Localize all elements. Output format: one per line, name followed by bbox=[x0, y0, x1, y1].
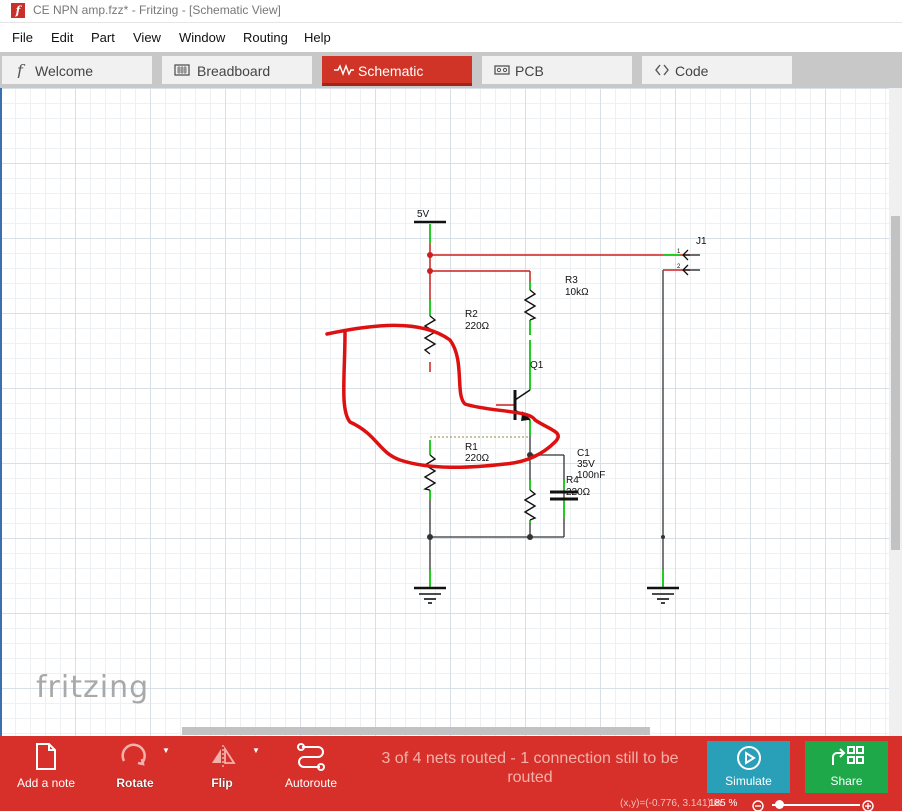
zoom-slider[interactable] bbox=[772, 804, 860, 806]
menu-routing[interactable]: Routing bbox=[243, 30, 288, 45]
rotate-label: Rotate bbox=[116, 776, 154, 790]
zoom-out-icon[interactable] bbox=[752, 800, 766, 812]
menu-window[interactable]: Window bbox=[179, 30, 225, 45]
flip-dropdown-icon[interactable]: ▼ bbox=[252, 746, 260, 755]
tab-pcb-label: PCB bbox=[515, 63, 544, 79]
share-button[interactable]: Share bbox=[805, 741, 888, 793]
zoom-slider-handle[interactable] bbox=[775, 800, 784, 809]
menu-edit[interactable]: Edit bbox=[51, 30, 73, 45]
canvas-left-edge bbox=[0, 88, 2, 736]
add-note-label: Add a note bbox=[16, 776, 76, 790]
share-label: Share bbox=[830, 774, 863, 788]
share-icon bbox=[832, 746, 864, 765]
autoroute-icon bbox=[297, 743, 325, 771]
menu-file[interactable]: File bbox=[12, 30, 33, 45]
resistor-icon bbox=[334, 64, 354, 76]
rotate-icon bbox=[121, 743, 146, 766]
play-icon bbox=[737, 746, 761, 770]
tab-code[interactable]: Code bbox=[642, 56, 792, 84]
tab-breadboard[interactable]: Breadboard bbox=[162, 56, 312, 84]
view-tab-bar: f Welcome Breadboard Schematic PCB Code bbox=[0, 52, 902, 88]
menu-view[interactable]: View bbox=[133, 30, 161, 45]
note-icon bbox=[36, 743, 56, 770]
schematic-canvas[interactable] bbox=[0, 88, 889, 736]
menu-help[interactable]: Help bbox=[304, 30, 331, 45]
vertical-scroll-thumb[interactable] bbox=[891, 216, 900, 550]
flip-label: Flip bbox=[211, 776, 233, 790]
pcb-icon bbox=[494, 65, 510, 75]
tab-breadboard-label: Breadboard bbox=[197, 63, 271, 79]
zoom-in-icon[interactable] bbox=[862, 800, 876, 812]
routing-status-message: 3 of 4 nets routed - 1 connection still … bbox=[381, 750, 679, 786]
tab-code-label: Code bbox=[675, 63, 709, 79]
tab-schematic[interactable]: Schematic bbox=[322, 56, 472, 86]
zoom-level: 185 % bbox=[709, 798, 738, 809]
menu-part[interactable]: Part bbox=[91, 30, 115, 45]
flip-icon bbox=[212, 745, 236, 767]
tab-welcome-label: Welcome bbox=[35, 63, 94, 79]
svg-text:f: f bbox=[16, 62, 26, 78]
simulate-button[interactable]: Simulate bbox=[707, 741, 790, 793]
horizontal-scrollbar[interactable] bbox=[0, 726, 889, 736]
fritzing-app-icon: f bbox=[11, 3, 25, 18]
rotate-dropdown-icon[interactable]: ▼ bbox=[162, 746, 170, 755]
menu-bar: File Edit Part View Window Routing Help bbox=[0, 27, 902, 49]
horizontal-scroll-thumb[interactable] bbox=[182, 727, 650, 735]
code-icon bbox=[655, 64, 669, 76]
cursor-coordinates: (x,y)=(-0.776, 3.141) in bbox=[620, 798, 722, 809]
simulate-label: Simulate bbox=[725, 774, 772, 788]
tab-schematic-label: Schematic bbox=[358, 63, 424, 79]
tab-welcome[interactable]: f Welcome bbox=[2, 56, 152, 84]
breadboard-icon bbox=[174, 64, 190, 76]
window-title: CE NPN amp.fzz* - Fritzing - [Schematic … bbox=[33, 3, 281, 17]
fritzing-f-icon: f bbox=[16, 62, 26, 78]
vertical-scrollbar[interactable] bbox=[889, 88, 902, 736]
fritzing-watermark-logo: fritzing bbox=[36, 670, 150, 705]
title-bar: f CE NPN amp.fzz* - Fritzing - [Schemati… bbox=[0, 0, 902, 23]
autoroute-label: Autoroute bbox=[284, 776, 338, 790]
tab-pcb[interactable]: PCB bbox=[482, 56, 632, 84]
status-bar: (x,y)=(-0.776, 3.141) in 185 % bbox=[0, 798, 902, 812]
